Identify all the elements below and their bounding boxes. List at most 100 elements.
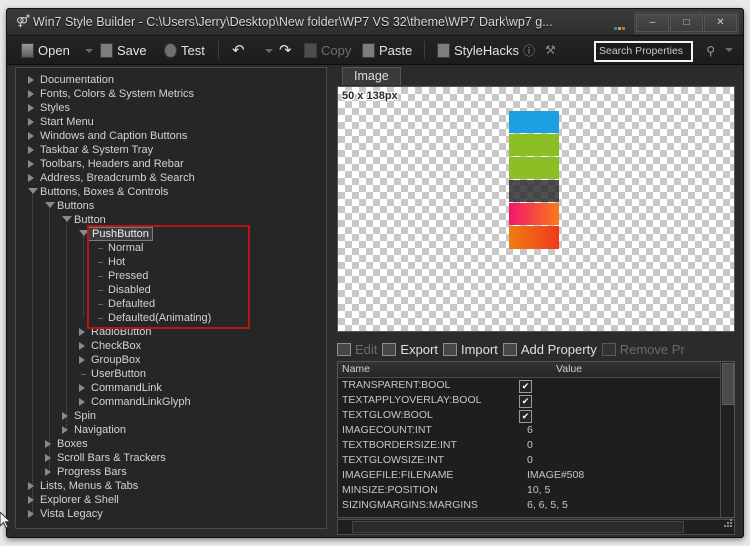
tree-guide-line <box>32 192 33 514</box>
property-grid[interactable]: Name Value TRANSPARENT:BOOL ✔ TEXTAPPLYOVE… <box>337 361 735 518</box>
right-pane: Image 50 x 138px Edit Export Import Add … <box>337 67 735 535</box>
expand-triangle-icon[interactable] <box>45 454 53 462</box>
copy-button[interactable]: Copy <box>304 40 351 60</box>
test-button[interactable]: Test <box>164 40 205 60</box>
horizontal-scrollbar[interactable] <box>337 519 735 535</box>
property-value-cell[interactable]: IMAGE#508 <box>517 468 702 483</box>
property-value-cell[interactable]: ✔ <box>517 378 702 393</box>
open-icon <box>21 42 34 58</box>
undo-dropdown-arrow-icon[interactable] <box>265 49 273 53</box>
expand-triangle-icon[interactable] <box>28 174 36 182</box>
tree-item-label: UserButton <box>91 368 147 380</box>
expand-triangle-icon[interactable] <box>28 160 36 168</box>
tree-guide-line <box>49 206 50 472</box>
search-icon[interactable]: ⚲ <box>706 44 715 58</box>
property-row[interactable]: MINSIZE:POSITION 10, 5 <box>338 483 734 498</box>
property-checkbox[interactable]: ✔ <box>519 410 532 423</box>
property-row[interactable]: TRANSPARENT:BOOL ✔ <box>338 378 734 393</box>
collapse-triangle-icon[interactable] <box>79 230 89 238</box>
horizontal-scrollbar-thumb[interactable] <box>352 521 684 533</box>
expand-triangle-icon[interactable] <box>28 76 36 84</box>
property-value-cell[interactable]: ✔ <box>517 408 702 423</box>
tab-image[interactable]: Image <box>342 67 401 85</box>
property-name: MINSIZE:POSITION <box>342 484 438 496</box>
expand-triangle-icon[interactable] <box>28 90 36 98</box>
expand-triangle-icon[interactable] <box>45 468 53 476</box>
expand-triangle-icon[interactable] <box>28 104 36 112</box>
tree-item-label: Taskbar & System Tray <box>40 144 154 156</box>
property-value-cell[interactable]: 0 <box>517 453 702 468</box>
collapse-triangle-icon[interactable] <box>62 216 72 224</box>
tree-item-label: Documentation <box>40 74 114 86</box>
edit-button[interactable]: Edit <box>337 342 377 357</box>
property-checkbox[interactable]: ✔ <box>519 380 532 393</box>
property-value-cell[interactable]: 6 <box>517 423 702 438</box>
wrench-tool-icon[interactable]: ⚒ <box>545 40 556 60</box>
property-row[interactable]: TEXTBORDERSIZE:INT 0 <box>338 438 734 453</box>
expand-triangle-icon[interactable] <box>28 118 36 126</box>
redo-button[interactable]: ↷ <box>279 40 292 60</box>
property-value-cell[interactable]: 6, 6, 5, 5 <box>517 498 702 513</box>
expand-triangle-icon[interactable] <box>28 510 36 518</box>
image-swatch-orange-red <box>509 226 559 249</box>
tree-guide-line <box>66 220 67 430</box>
expand-triangle-icon[interactable] <box>28 482 36 490</box>
stylehacks-icon <box>437 42 450 58</box>
property-row[interactable]: IMAGEFILE:FILENAME IMAGE#508 <box>338 468 734 483</box>
tree-item-label: CheckBox <box>91 340 142 352</box>
collapse-triangle-icon[interactable] <box>45 202 55 210</box>
paste-button[interactable]: Paste <box>362 40 412 60</box>
property-value-cell[interactable]: 10, 5 <box>517 483 702 498</box>
image-swatch-green-2 <box>509 157 559 179</box>
property-row[interactable]: IMAGECOUNT:INT 6 <box>338 423 734 438</box>
expand-triangle-icon[interactable] <box>45 440 53 448</box>
close-button[interactable]: ✕ <box>704 14 737 32</box>
expand-triangle-icon[interactable] <box>79 384 87 392</box>
import-button[interactable]: Import <box>442 342 498 357</box>
property-row[interactable]: TEXTAPPLYOVERLAY:BOOL ✔ <box>338 393 734 408</box>
expand-triangle-icon[interactable] <box>79 356 87 364</box>
expand-triangle-icon[interactable] <box>62 426 70 434</box>
export-button[interactable]: Export <box>382 342 438 357</box>
property-grid-scrollbar[interactable] <box>720 362 734 517</box>
resize-grip[interactable] <box>723 519 733 529</box>
undo-button[interactable]: ↶ <box>232 40 245 60</box>
property-row[interactable]: SIZINGMARGINS:MARGINS 6, 6, 5, 5 <box>338 498 734 513</box>
copy-icon <box>304 42 317 58</box>
open-button[interactable]: Open <box>21 40 70 60</box>
property-checkbox[interactable]: ✔ <box>519 395 532 408</box>
expand-triangle-icon[interactable] <box>79 398 87 406</box>
expand-triangle-icon[interactable] <box>28 132 36 140</box>
minimize-button[interactable]: – <box>636 14 669 32</box>
property-grid-header: Name Value <box>338 362 734 378</box>
stylehacks-button[interactable]: StyleHacks <box>437 40 519 60</box>
tree-item-label: Progress Bars <box>57 466 127 478</box>
save-button[interactable]: Save <box>100 40 147 60</box>
image-swatch-pink-orange <box>509 203 559 225</box>
search-dropdown-arrow-icon[interactable] <box>725 48 733 52</box>
preview-tabstrip: Image <box>337 67 735 86</box>
category-tree[interactable]: Documentation Fonts, Colors & System Metr… <box>15 67 327 529</box>
remove-property-button[interactable]: Remove Pr <box>601 342 685 357</box>
expand-triangle-icon[interactable] <box>28 496 36 504</box>
leaf-dash-icon <box>81 374 86 375</box>
maximize-button[interactable]: □ <box>670 14 703 32</box>
image-preview[interactable]: 50 x 138px <box>337 86 735 332</box>
property-row[interactable]: TEXTGLOWSIZE:INT 0 <box>338 453 734 468</box>
property-row[interactable]: TEXTGLOW:BOOL ✔ <box>338 408 734 423</box>
expand-triangle-icon[interactable] <box>62 412 70 420</box>
open-dropdown-arrow-icon[interactable] <box>85 49 93 53</box>
property-value-cell[interactable]: ✔ <box>517 393 702 408</box>
info-icon[interactable]: ⓘ <box>523 40 535 60</box>
search-input[interactable]: Search Properties <box>594 41 693 62</box>
expand-triangle-icon[interactable] <box>79 328 87 336</box>
scrollbar-thumb[interactable] <box>722 363 734 405</box>
collapse-triangle-icon[interactable] <box>28 188 38 196</box>
leaf-dash-icon <box>98 318 103 319</box>
main-toolbar: Open Save Test ↶ ↷ Copy Paste StyleHacks… <box>7 36 743 65</box>
property-value: 6 <box>527 424 533 436</box>
expand-triangle-icon[interactable] <box>28 146 36 154</box>
expand-triangle-icon[interactable] <box>79 342 87 350</box>
property-value-cell[interactable]: 0 <box>517 438 702 453</box>
add-property-button[interactable]: Add Property <box>502 342 597 357</box>
